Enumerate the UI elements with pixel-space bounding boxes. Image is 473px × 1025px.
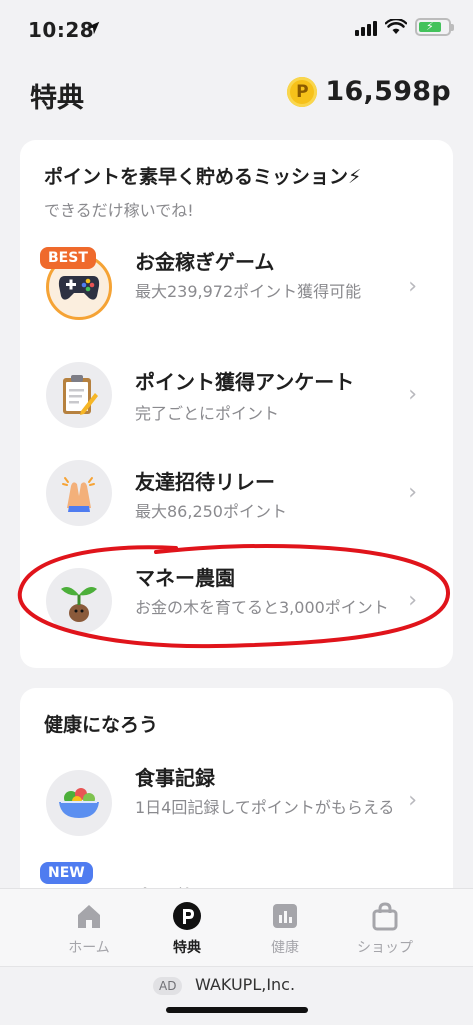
mission-title: ポイント獲得アンケート [135, 370, 355, 394]
tab-label: ショップ [357, 940, 413, 956]
mission-item-money-farm[interactable]: マネー農園 お金の木を育てると3,000ポイント › [20, 558, 453, 662]
clipboard-icon [46, 362, 112, 428]
ad-text: WAKUPL,Inc. [195, 975, 296, 994]
shopping-bag-icon [372, 902, 398, 931]
health-item-desc: 1日4回記録してポイントがもらえる [135, 798, 395, 817]
battery-icon: ⚡ [415, 18, 454, 36]
mission-desc: お金の木を育てると3,000ポイント [135, 598, 389, 617]
chevron-right-icon: › [408, 274, 417, 299]
chart-icon [273, 904, 297, 928]
points-value: 16,598p [325, 76, 451, 107]
salad-bowl-icon [46, 770, 112, 836]
chevron-right-icon: › [408, 588, 417, 613]
ad-bar[interactable]: AD WAKUPL,Inc. [0, 966, 473, 1025]
mission-desc: 完了ごとにポイント [135, 404, 280, 423]
mission-title: マネー農園 [135, 566, 235, 590]
tab-shop[interactable]: ショップ [326, 889, 444, 967]
home-indicator [166, 1007, 308, 1013]
health-title: 健康になろう [44, 714, 159, 736]
new-badge: NEW [40, 862, 93, 884]
mission-item-invite[interactable]: 友達招待リレー 最大86,250ポイント › [20, 460, 453, 550]
mission-title: お金稼ぎゲーム [135, 250, 275, 274]
chevron-right-icon: › [408, 480, 417, 505]
missions-title: ポイントを素早く貯めるミッション⚡ [44, 166, 362, 188]
mission-desc: 最大239,972ポイント獲得可能 [135, 282, 362, 301]
points-icon [173, 902, 201, 930]
page-header: 特典 P 16,598p [0, 70, 473, 120]
mission-desc: 最大86,250ポイント [135, 502, 287, 521]
points-balance[interactable]: P 16,598p [287, 76, 451, 107]
status-indicators: ⚡ [355, 18, 454, 36]
status-bar: 10:28 ⚡ [0, 0, 473, 58]
signal-icon [355, 18, 377, 36]
wifi-icon [385, 19, 407, 34]
page-title: 特典 [30, 83, 84, 114]
mission-title: 友達招待リレー [135, 470, 275, 494]
missions-card: ポイントを素早く貯めるミッション⚡ できるだけ稼いでね! BEST お金稼ぎゲー… [20, 140, 453, 668]
mission-item-money-game[interactable]: BEST お金稼ぎゲーム 最大239,972ポイント獲得可能 › [20, 240, 453, 350]
chevron-right-icon: › [408, 382, 417, 407]
location-arrow-icon [86, 21, 100, 35]
coin-icon: P [287, 76, 318, 107]
mission-item-survey[interactable]: ポイント獲得アンケート 完了ごとにポイント › [20, 362, 453, 452]
missions-subtitle: できるだけ稼いでね! [44, 201, 194, 220]
health-item-title: 食事記録 [135, 766, 215, 790]
health-item-meal-log[interactable]: 食事記録 1日4回記録してポイントがもらえる › [20, 758, 453, 858]
tab-bar: ホーム 特典 健康 ショップ [0, 888, 473, 967]
best-badge: BEST [40, 247, 96, 269]
sprout-icon [46, 568, 112, 634]
home-icon [78, 905, 100, 928]
high-five-icon [46, 460, 112, 526]
chevron-right-icon: › [408, 788, 417, 813]
ad-badge: AD [153, 977, 183, 995]
